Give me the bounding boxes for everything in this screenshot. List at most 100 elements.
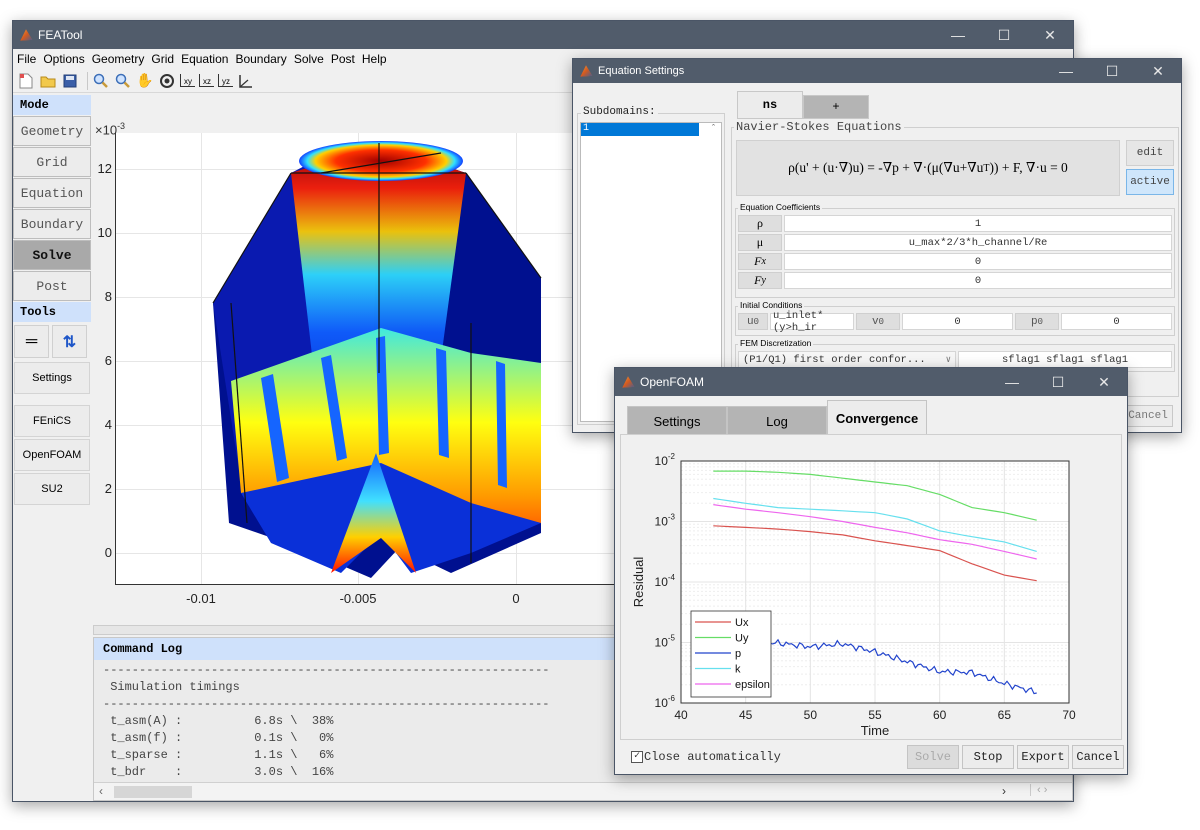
menu-solve[interactable]: Solve [294,52,324,66]
equation-coefficients-group: Equation Coefficients ρ 1 μ u_max*2/3*h_… [735,202,1175,298]
menu-help[interactable]: Help [362,52,387,66]
zoom-out-icon[interactable] [114,72,132,90]
close-button[interactable]: ✕ [1081,368,1127,396]
active-toggle[interactable]: active [1126,169,1174,195]
list-scroll-up-icon[interactable]: ˆ [712,123,715,133]
edit-button[interactable]: edit [1126,140,1174,166]
fem-discretization-label: FEM Discretization [738,338,814,348]
coef-fy-input[interactable]: 0 [784,272,1172,289]
view-xy-icon[interactable]: xy [180,74,195,87]
mode-solve-button[interactable]: Solve [13,240,91,270]
scroll-right-arrow[interactable]: › [1002,784,1006,798]
tab-ns[interactable]: ns [737,91,803,119]
su2-button[interactable]: SU2 [14,473,90,505]
tab-log[interactable]: Log [727,406,827,436]
mode-grid-button[interactable]: Grid [13,147,91,177]
fem-element-select[interactable]: (P1/Q1) first order confor... ∨ [738,351,956,368]
subdomain-item[interactable]: 1 [581,123,699,136]
refresh-icon[interactable]: ⇅ [52,325,87,358]
equation-icon[interactable]: ═ [14,325,49,358]
coef-mu-input[interactable]: u_max*2/3*h_channel/Re [784,234,1172,251]
tab-add[interactable]: + [803,95,869,119]
openfoam-button[interactable]: OpenFOAM [14,439,90,471]
mode-equation-button[interactable]: Equation [13,178,91,208]
export-button[interactable]: Export [1017,745,1069,769]
checkbox-check-icon: ✓ [631,751,643,763]
maximize-button[interactable]: ☐ [981,21,1027,49]
log-scrollbar-thumb[interactable] [114,786,192,798]
menu-post[interactable]: Post [331,52,355,66]
init-v0-input[interactable]: 0 [902,313,1013,330]
menu-equation[interactable]: Equation [181,52,228,66]
rotate-3d-icon[interactable] [158,72,176,90]
menu-grid[interactable]: Grid [151,52,174,66]
initial-conditions-label: Initial Conditions [738,300,805,310]
tab-convergence[interactable]: Convergence [827,400,927,436]
menu-boundary[interactable]: Boundary [235,52,286,66]
legend-label-k: k [735,664,741,676]
coefficients-label: Equation Coefficients [738,202,823,212]
menu-geometry[interactable]: Geometry [92,52,145,66]
mode-boundary-button[interactable]: Boundary [13,209,91,239]
new-file-icon[interactable] [17,72,35,90]
coef-rho-input[interactable]: 1 [784,215,1172,232]
log-horizontal-scrollbar[interactable]: ‹ › ‹ › [94,782,1072,800]
scroll-left-arrow[interactable]: ‹ [99,784,103,798]
zoom-in-icon[interactable] [92,72,110,90]
toolbar-separator [87,71,88,90]
y-tick-label: 10-5 [655,634,676,650]
fem-shape-flags-input[interactable]: sflag1 sflag1 sflag1 [958,351,1172,368]
init-v0-label: v0 [856,313,900,330]
x-tick-label: 55 [868,708,882,722]
close-button[interactable]: ✕ [1027,21,1073,49]
y-tick-label: 10-2 [655,452,676,468]
minimize-button[interactable]: — [935,21,981,49]
main-window-title: FEATool [38,28,83,42]
init-u0-input[interactable]: u_inlet*(y>h_ir [770,310,854,334]
pan-hand-icon[interactable]: ✋ [136,72,154,90]
convergence-panel: 40 45 50 55 60 65 70 10-2 10-3 10-4 10-5 10-6 Time Re… [620,434,1122,740]
openfoam-bottom-bar: ✓ Close automatically Solve Stop Export … [615,744,1127,770]
eq-window-title: Equation Settings [598,65,685,77]
legend-label-Uy: Uy [735,633,749,645]
settings-button[interactable]: Settings [14,362,90,394]
mode-post-button[interactable]: Post [13,271,91,301]
close-automatically-checkbox[interactable]: ✓ Close automatically [631,750,781,764]
open-folder-icon[interactable] [39,72,57,90]
log-line: ----------------------------------------… [103,697,550,711]
x-tick-label: 50 [804,708,818,722]
maximize-button[interactable]: ☐ [1035,368,1081,396]
tab-settings[interactable]: Settings [627,406,727,436]
save-icon[interactable] [61,72,79,90]
minimize-button[interactable]: — [989,368,1035,396]
x-axis-label: Time [861,723,889,738]
eq-cancel-button[interactable]: Cancel [1123,405,1173,427]
view-xz-icon[interactable]: xz [199,74,214,87]
solve-button[interactable]: Solve [907,745,959,769]
coef-fx-input[interactable]: 0 [784,253,1172,270]
init-p0-label: p0 [1015,313,1059,330]
y-tick-label: 10-3 [655,513,676,529]
close-button[interactable]: ✕ [1135,59,1181,83]
tools-header: Tools [13,302,91,322]
maximize-button[interactable]: ☐ [1089,59,1135,83]
fenics-button[interactable]: FEniCS [14,405,90,437]
stop-button[interactable]: Stop [962,745,1014,769]
log-line: Simulation timings [110,680,240,694]
x-tick-label: 45 [739,708,753,722]
minimize-button[interactable]: — [1043,59,1089,83]
view-yz-icon[interactable]: yz [218,74,233,87]
init-p0-input[interactable]: 0 [1061,313,1172,330]
y-tick-label: 6 [104,353,112,368]
view-3d-icon[interactable] [237,72,255,90]
mode-geometry-button[interactable]: Geometry [13,116,91,146]
menu-options[interactable]: Options [43,52,84,66]
legend-label-Ux: Ux [735,617,749,629]
menu-file[interactable]: File [17,52,36,66]
3d-solution-plot [212,141,542,578]
nav-arrows[interactable]: ‹ › [1030,784,1047,796]
log-line: t_sparse : 1.1s \ 6% [110,748,334,762]
chevron-down-icon: ∨ [945,354,951,365]
initial-conditions-group: Initial Conditions u0 u_inlet*(y>h_ir v0… [735,300,1175,336]
cancel-button[interactable]: Cancel [1072,745,1124,769]
